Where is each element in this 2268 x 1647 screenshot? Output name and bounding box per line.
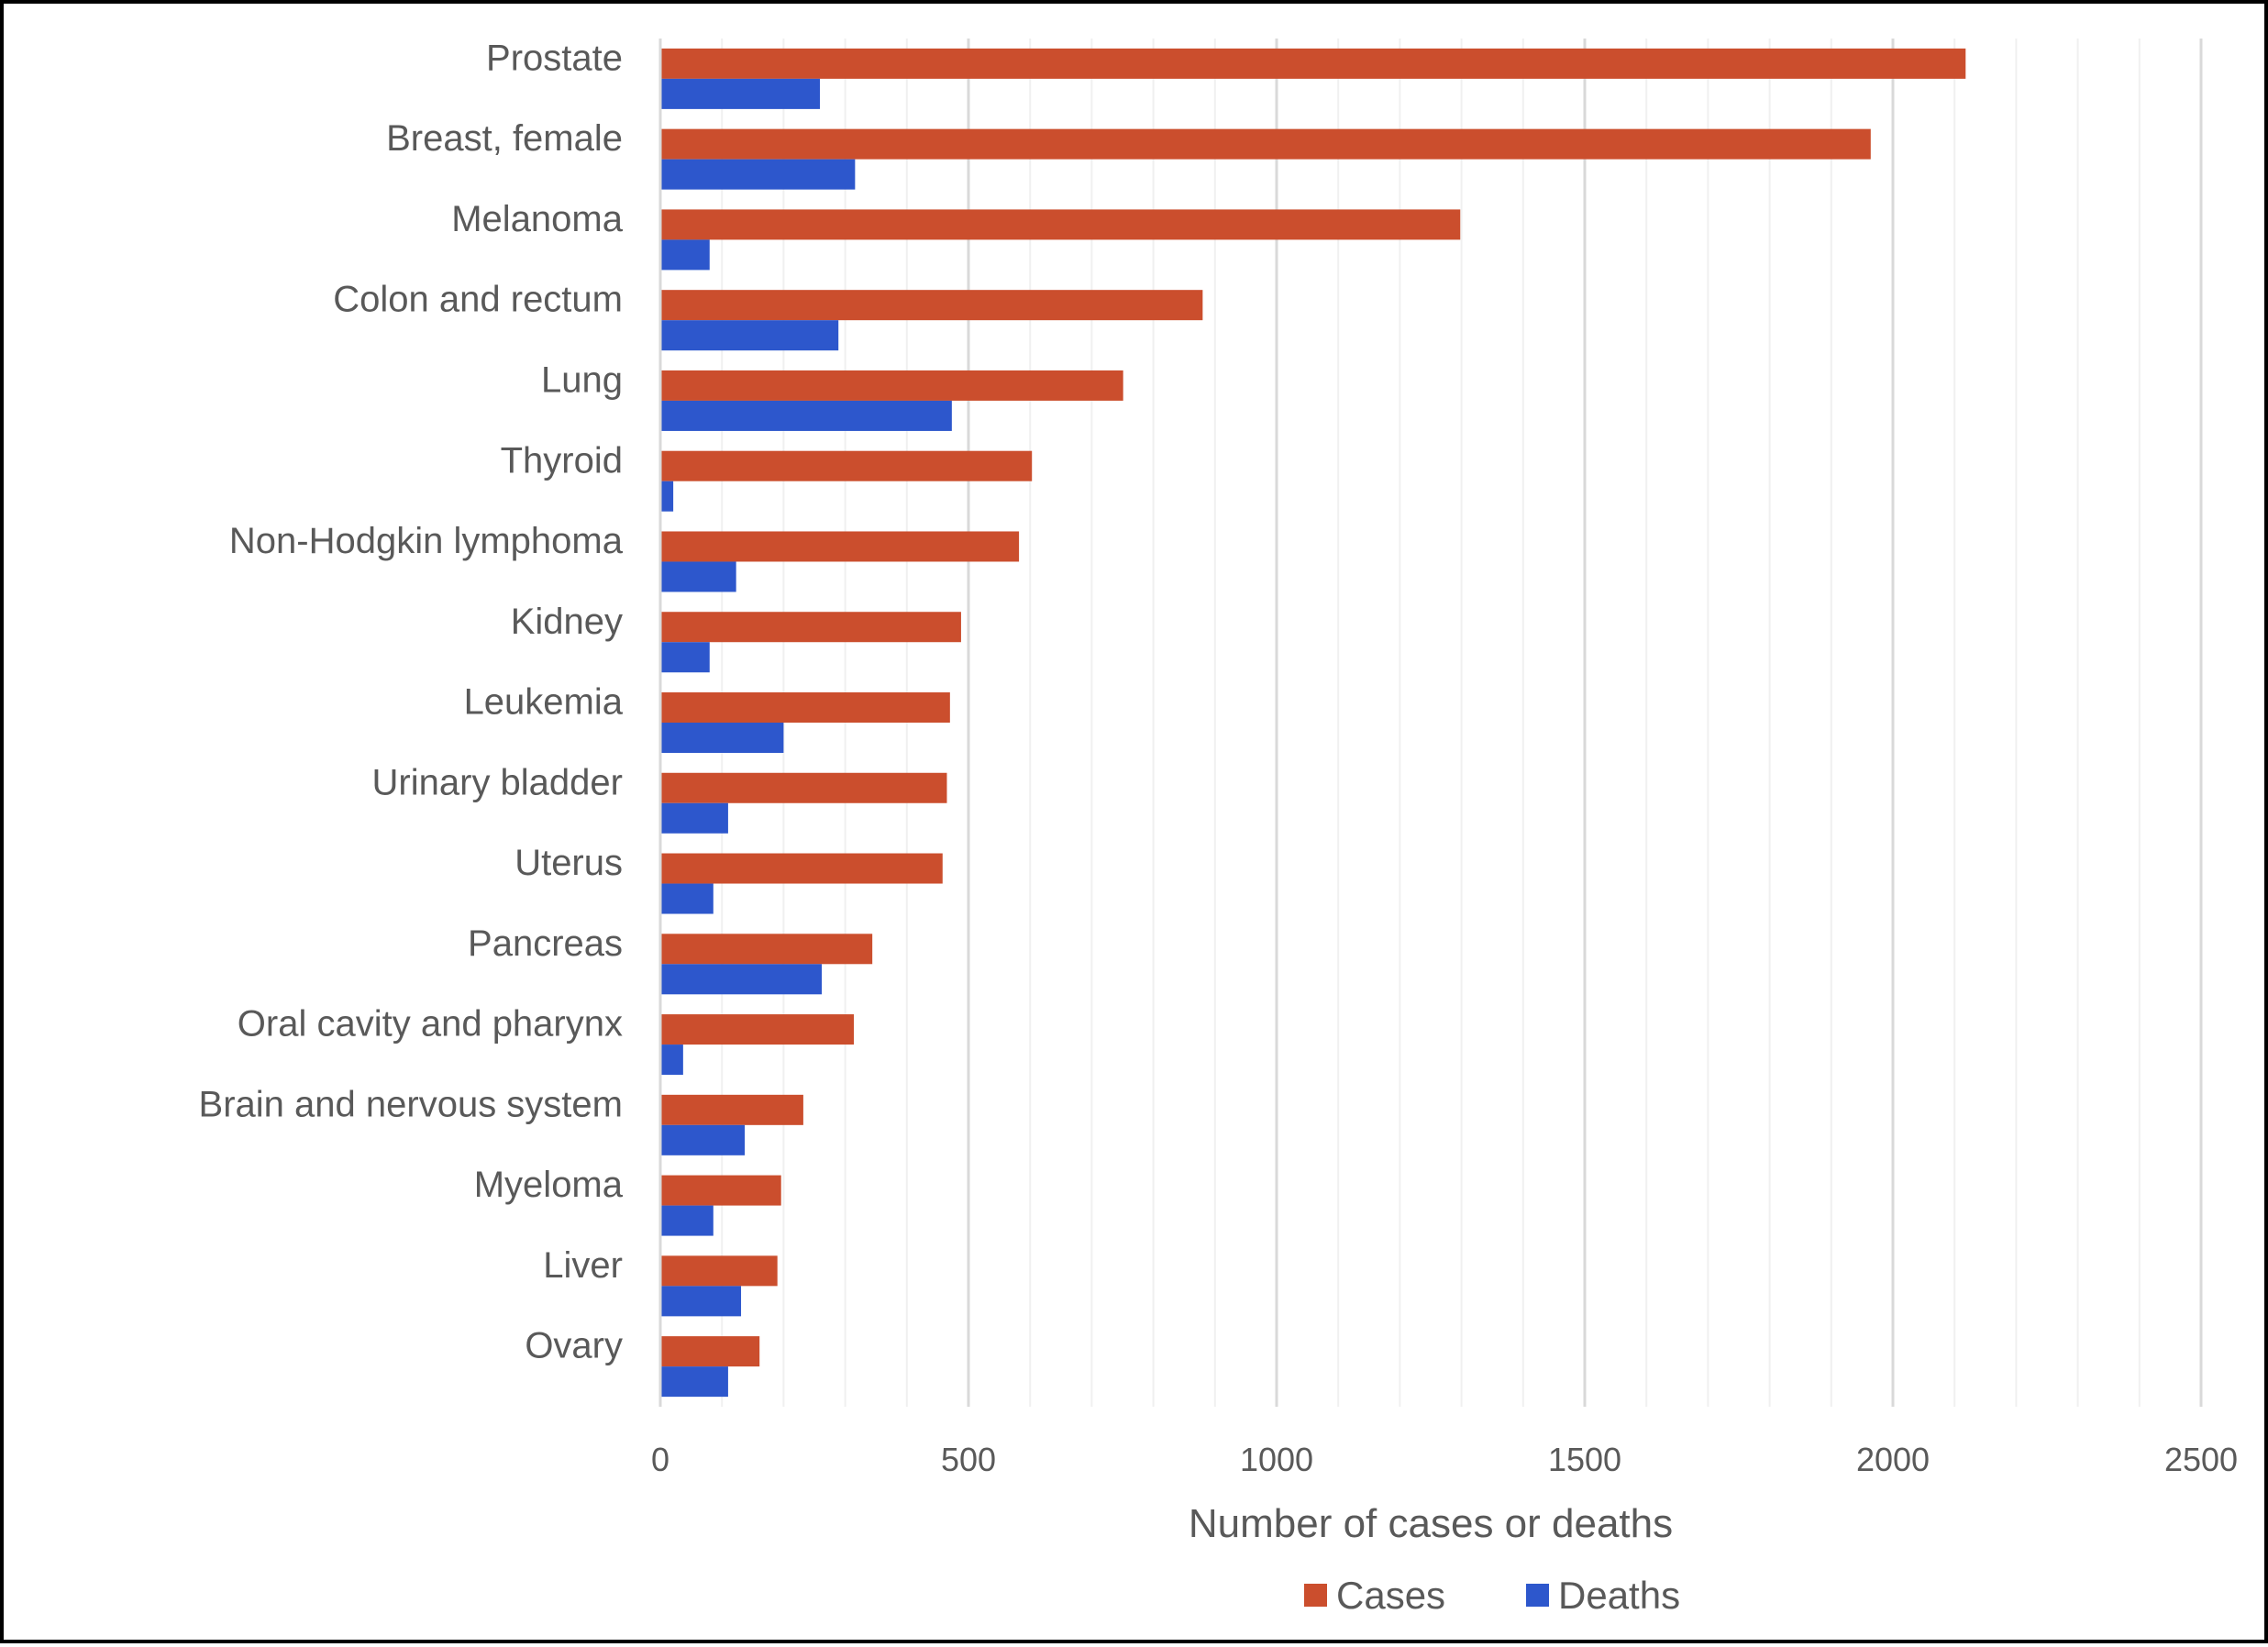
bar-cases-non-hodgkin-lymphoma	[661, 531, 1020, 562]
legend-swatch-deaths	[1526, 1584, 1549, 1607]
bar-cases-brain-and-nervous-system	[661, 1094, 803, 1125]
bar-cases-thyroid	[661, 450, 1033, 481]
x-tick-label: 0	[651, 1441, 669, 1478]
category-label: Liver	[543, 1245, 623, 1286]
bar-cases-ovary	[661, 1336, 760, 1367]
category-label: Ovary	[525, 1326, 623, 1366]
bar-cases-oral-cavity-and-pharynx	[661, 1014, 855, 1045]
category-label: Oral cavity and pharynx	[238, 1004, 623, 1045]
category-label: Colon and rectum	[333, 280, 623, 320]
bar-deaths-uterus	[661, 883, 714, 914]
bar-deaths-prostate	[661, 78, 821, 109]
category-label: Pancreas	[468, 923, 623, 964]
bar-chart: Prostate Breast, female Melanoma Colon and …	[199, 38, 2239, 1617]
category-label: Urinary bladder	[372, 762, 623, 802]
x-tick-label: 1000	[1240, 1441, 1313, 1478]
bar-deaths-colon-and-rectum	[661, 320, 839, 351]
bar-cases-breast-female	[661, 128, 1871, 160]
bar-cases-liver	[661, 1255, 778, 1287]
bar-cases-pancreas	[661, 934, 873, 965]
bar-cases-uterus	[661, 853, 943, 884]
category-label: Melanoma	[451, 199, 624, 239]
bar-cases-colon-and-rectum	[661, 290, 1203, 321]
bar-cases-lung	[661, 370, 1123, 401]
bar-deaths-oral-cavity-and-pharynx	[661, 1045, 683, 1076]
legend-swatch-cases	[1304, 1584, 1327, 1607]
category-label: Thyroid	[501, 440, 623, 481]
bar-cases-myeloma	[661, 1175, 781, 1206]
chart-frame: Prostate Breast, female Melanoma Colon and …	[0, 0, 2268, 1643]
x-axis-title: Number of cases or deaths	[1189, 1501, 1673, 1546]
x-tick-label: 2000	[1856, 1441, 1930, 1478]
bar-deaths-brain-and-nervous-system	[661, 1124, 746, 1155]
bar-cases-prostate	[661, 48, 1966, 79]
category-label: Uterus	[514, 843, 623, 883]
bar-deaths-kidney	[661, 642, 710, 673]
category-label: Breast, female	[386, 118, 623, 159]
bar-deaths-liver	[661, 1286, 742, 1317]
category-label: Non-Hodgkin lymphoma	[229, 521, 624, 561]
bar-cases-urinary-bladder	[661, 772, 947, 803]
bar-deaths-melanoma	[661, 239, 710, 271]
bar-deaths-leukemia	[661, 723, 784, 753]
bar-deaths-thyroid	[661, 481, 674, 512]
category-label: Leukemia	[464, 682, 624, 723]
bar-deaths-breast-female	[661, 159, 856, 190]
category-label: Kidney	[511, 602, 623, 642]
bar-cases-kidney	[661, 612, 961, 643]
x-tick-label: 500	[941, 1441, 996, 1478]
bar-deaths-lung	[661, 400, 952, 431]
bar-cases-melanoma	[661, 209, 1461, 240]
legend-item-cases: Cases	[1304, 1574, 1445, 1617]
bar-deaths-pancreas	[661, 964, 823, 995]
bar-deaths-ovary	[661, 1366, 728, 1398]
legend: Cases Deaths	[1304, 1574, 1680, 1617]
x-tick-label: 2500	[2164, 1441, 2238, 1478]
x-tick-labels: 0 500 1000 1500 2000 2500	[651, 1441, 2238, 1478]
category-label: Myeloma	[474, 1165, 624, 1205]
category-label: Lung	[541, 360, 623, 401]
legend-item-deaths: Deaths	[1526, 1574, 1680, 1617]
x-tick-label: 1500	[1548, 1441, 1621, 1478]
category-labels: Prostate Breast, female Melanoma Colon and …	[199, 38, 624, 1365]
bar-deaths-myeloma	[661, 1205, 714, 1236]
bar-deaths-non-hodgkin-lymphoma	[661, 561, 736, 592]
legend-label: Cases	[1336, 1574, 1445, 1617]
bar-deaths-urinary-bladder	[661, 802, 728, 834]
category-label: Brain and nervous system	[199, 1084, 623, 1124]
bar-cases-leukemia	[661, 692, 950, 723]
legend-label: Deaths	[1558, 1574, 1680, 1617]
category-label: Prostate	[486, 38, 623, 78]
